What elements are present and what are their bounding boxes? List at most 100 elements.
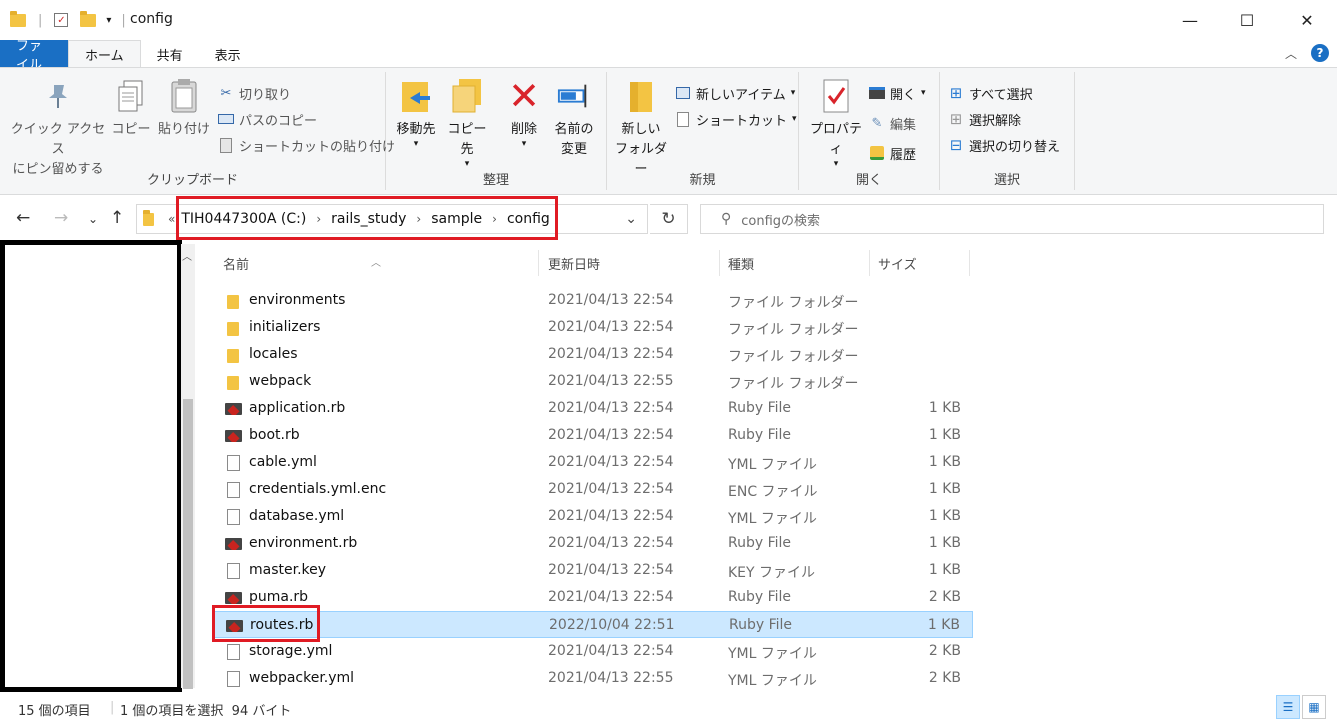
easy-access-button[interactable]: ショートカット ▾ bbox=[675, 108, 797, 130]
select-all-button[interactable]: ⊞ すべて選択 bbox=[948, 82, 1033, 104]
file-row[interactable]: environments 2021/04/13 22:54 ファイル フォルダー bbox=[213, 287, 973, 314]
file-row[interactable]: boot.rb 2021/04/13 22:54 Ruby File 1 KB bbox=[213, 422, 973, 449]
file-row[interactable]: routes.rb 2022/10/04 22:51 Ruby File 1 KB bbox=[213, 611, 973, 638]
address-overflow-icon[interactable]: « bbox=[168, 212, 175, 226]
file-row[interactable]: webpack 2021/04/13 22:55 ファイル フォルダー bbox=[213, 368, 973, 395]
file-row[interactable]: environment.rb 2021/04/13 22:54 Ruby File 1… bbox=[213, 530, 973, 557]
customize-dropdown-icon[interactable]: ▾ bbox=[106, 15, 111, 26]
large-icons-view-icon[interactable]: ▦ bbox=[1302, 695, 1326, 719]
file-icon bbox=[227, 482, 240, 498]
properties-button[interactable]: プロパティ ▾ bbox=[805, 78, 867, 169]
file-row[interactable]: storage.yml 2021/04/13 22:54 YML ファイル 2 KB bbox=[213, 638, 973, 665]
navigation-pane-scrollbar[interactable]: ︿ bbox=[181, 244, 195, 689]
history-button[interactable]: 履歴 bbox=[869, 142, 916, 164]
file-name: master.key bbox=[249, 562, 327, 578]
file-row[interactable]: puma.rb 2021/04/13 22:54 Ruby File 2 KB bbox=[213, 584, 973, 611]
file-row[interactable]: cable.yml 2021/04/13 22:54 YML ファイル 1 KB bbox=[213, 449, 973, 476]
recent-locations-chevron-icon[interactable]: ⌄ bbox=[88, 212, 98, 226]
file-size: 1 KB bbox=[928, 481, 961, 497]
file-list: ︿ 名前 更新日時 種類 サイズ environments 2021/04/13 … bbox=[213, 244, 973, 692]
search-box[interactable]: ⚲ configの検索 bbox=[700, 204, 1324, 234]
properties-check-icon[interactable]: ✓ bbox=[54, 13, 69, 27]
ruby-file-icon bbox=[225, 538, 242, 550]
rename-icon bbox=[557, 78, 591, 114]
paste-shortcut-button[interactable]: ショートカットの貼り付け bbox=[218, 134, 395, 156]
file-size: 1 KB bbox=[928, 562, 961, 578]
column-header-size[interactable]: サイズ bbox=[878, 254, 917, 273]
file-row[interactable]: credentials.yml.enc 2021/04/13 22:54 ENC フ… bbox=[213, 476, 973, 503]
shortcut-icon bbox=[675, 111, 691, 127]
pin-quick-access-button[interactable]: クイック アクセス にピン留めする bbox=[8, 78, 108, 180]
help-icon[interactable]: ? bbox=[1311, 44, 1329, 62]
column-header-name[interactable]: 名前 bbox=[223, 254, 249, 273]
file-name: credentials.yml.enc bbox=[249, 481, 387, 497]
file-type: Ruby File bbox=[728, 589, 792, 605]
tab-share[interactable]: 共有 bbox=[141, 40, 199, 68]
new-folder-icon[interactable] bbox=[80, 10, 97, 27]
divider: | bbox=[121, 12, 126, 28]
file-icon bbox=[227, 563, 240, 579]
file-row[interactable]: master.key 2021/04/13 22:54 KEY ファイル 1 KB bbox=[213, 557, 973, 584]
details-view-icon[interactable]: ☰ bbox=[1276, 695, 1300, 719]
file-type: Ruby File bbox=[728, 400, 792, 416]
address-history-chevron-icon[interactable]: ⌄ bbox=[625, 211, 637, 227]
file-name: locales bbox=[249, 346, 298, 362]
open-button[interactable]: 開く ▾ bbox=[869, 82, 926, 104]
copy-to-button[interactable]: コピー先 ▾ bbox=[442, 78, 492, 169]
file-size: 1 KB bbox=[927, 617, 960, 633]
tab-home[interactable]: ホーム bbox=[68, 40, 141, 68]
move-to-icon bbox=[399, 78, 433, 114]
file-row[interactable]: webpacker.yml 2021/04/13 22:55 YML ファイル 2 K… bbox=[213, 665, 973, 692]
new-item-label: 新しいアイテム bbox=[696, 87, 786, 103]
select-none-button[interactable]: ⊞ 選択解除 bbox=[948, 108, 1021, 130]
file-type: ENC ファイル bbox=[728, 484, 818, 500]
copy-button[interactable]: コピー bbox=[110, 78, 152, 140]
refresh-icon[interactable]: ↻ bbox=[650, 204, 688, 234]
select-none-icon: ⊞ bbox=[949, 110, 963, 128]
column-divider[interactable] bbox=[538, 250, 539, 276]
routes-highlight-annotation bbox=[212, 605, 320, 642]
file-date: 2021/04/13 22:54 bbox=[548, 400, 674, 416]
maximize-button[interactable]: ☐ bbox=[1219, 0, 1275, 40]
ribbon-tab-controls: ︿ ? bbox=[1285, 44, 1329, 62]
file-date: 2021/04/13 22:54 bbox=[548, 292, 674, 308]
file-row[interactable]: locales 2021/04/13 22:54 ファイル フォルダー bbox=[213, 341, 973, 368]
scroll-up-icon[interactable]: ︿ bbox=[182, 248, 192, 263]
column-divider[interactable] bbox=[719, 250, 720, 276]
move-to-button[interactable]: 移動先 ▾ bbox=[392, 78, 440, 149]
collapse-ribbon-icon[interactable]: ︿ bbox=[1285, 45, 1297, 62]
delete-button[interactable]: ✕ 削除 ▾ bbox=[504, 77, 544, 149]
file-rows: environments 2021/04/13 22:54 ファイル フォルダー in… bbox=[213, 287, 973, 692]
new-item-button[interactable]: 新しいアイテム ▾ bbox=[675, 82, 795, 104]
tab-file[interactable]: ファイル bbox=[0, 39, 68, 73]
file-row[interactable]: application.rb 2021/04/13 22:54 Ruby File 1… bbox=[213, 395, 973, 422]
delete-label: 削除 bbox=[510, 122, 537, 137]
rename-button[interactable]: 名前の 変更 bbox=[550, 78, 598, 160]
status-bar: 15 個の項目 | 1 個の項目を選択 94 バイト ☰ ▦ bbox=[0, 692, 1337, 723]
forward-arrow-icon[interactable]: → bbox=[54, 208, 68, 228]
paste-button[interactable]: 貼り付け bbox=[156, 78, 212, 140]
invert-selection-button[interactable]: ⊟ 選択の切り替え bbox=[948, 134, 1060, 156]
new-folder-button[interactable]: 新しい フォルダー bbox=[611, 78, 671, 180]
file-row[interactable]: database.yml 2021/04/13 22:54 YML ファイル 1 KB bbox=[213, 503, 973, 530]
minimize-button[interactable]: — bbox=[1162, 0, 1218, 40]
file-icon bbox=[227, 455, 240, 471]
file-row[interactable]: initializers 2021/04/13 22:54 ファイル フォルダー bbox=[213, 314, 973, 341]
column-header-date[interactable]: 更新日時 bbox=[548, 254, 600, 273]
column-header-type[interactable]: 種類 bbox=[728, 254, 754, 273]
file-date: 2021/04/13 22:54 bbox=[548, 481, 674, 497]
file-date: 2021/04/13 22:54 bbox=[548, 508, 674, 524]
group-label-select: 選択 bbox=[993, 173, 1020, 188]
file-date: 2021/04/13 22:54 bbox=[548, 562, 674, 578]
close-button[interactable]: ✕ bbox=[1279, 0, 1335, 40]
column-divider[interactable] bbox=[969, 250, 970, 276]
column-divider[interactable] bbox=[869, 250, 870, 276]
edit-button[interactable]: ✎ 編集 bbox=[869, 112, 916, 134]
up-arrow-icon[interactable]: ↑ bbox=[110, 208, 124, 228]
copy-path-button[interactable]: パスのコピー bbox=[218, 108, 317, 130]
back-arrow-icon[interactable]: ← bbox=[16, 208, 30, 228]
file-date: 2021/04/13 22:54 bbox=[548, 319, 674, 335]
scrollbar-thumb[interactable] bbox=[183, 399, 193, 689]
cut-button[interactable]: ✂ 切り取り bbox=[218, 82, 291, 104]
tab-view[interactable]: 表示 bbox=[199, 40, 257, 68]
